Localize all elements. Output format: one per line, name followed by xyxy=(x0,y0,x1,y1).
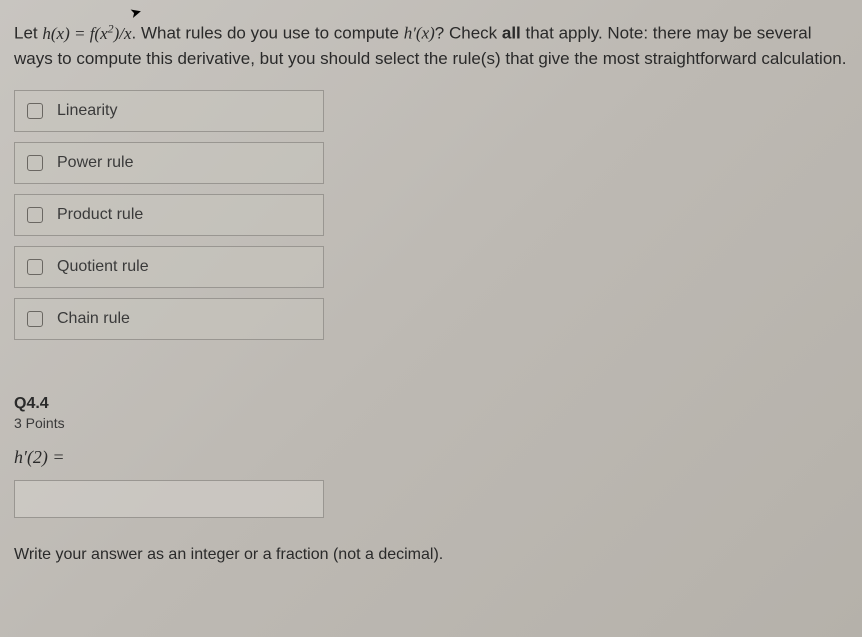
question-mid1: . What rules do you use to compute xyxy=(132,24,404,43)
question-prefix: Let xyxy=(14,24,42,43)
hprime-expr: h′(x) xyxy=(404,24,435,43)
question-mid2: ? Check xyxy=(435,24,502,43)
option-product-rule[interactable]: Product rule xyxy=(14,194,324,236)
option-label: Product rule xyxy=(57,206,143,224)
option-chain-rule[interactable]: Chain rule xyxy=(14,298,324,340)
checkbox-icon xyxy=(27,103,43,119)
answer-instruction: Write your answer as an integer or a fra… xyxy=(14,546,848,564)
options-list: Linearity Power rule Product rule Quotie… xyxy=(14,90,848,340)
option-quotient-rule[interactable]: Quotient rule xyxy=(14,246,324,288)
question-all: all xyxy=(502,24,521,43)
option-label: Linearity xyxy=(57,102,117,120)
question-points: 3 Points xyxy=(14,415,848,431)
sub-question: Q4.4 3 Points h′(2) = Write your answer … xyxy=(14,395,848,564)
question-number: Q4.4 xyxy=(14,395,848,413)
checkbox-icon xyxy=(27,259,43,275)
option-power-rule[interactable]: Power rule xyxy=(14,142,324,184)
option-label: Power rule xyxy=(57,154,133,172)
option-label: Quotient rule xyxy=(57,258,149,276)
question-prompt: Let h(x) = f(x2)/x. What rules do you us… xyxy=(14,20,848,72)
answer-input[interactable] xyxy=(14,480,324,518)
option-label: Chain rule xyxy=(57,310,130,328)
option-linearity[interactable]: Linearity xyxy=(14,90,324,132)
checkbox-icon xyxy=(27,207,43,223)
checkbox-icon xyxy=(27,311,43,327)
equation-part-1: h(x) = f(x2)/x xyxy=(42,24,131,43)
checkbox-icon xyxy=(27,155,43,171)
formula-label: h′(2) = xyxy=(14,447,848,468)
